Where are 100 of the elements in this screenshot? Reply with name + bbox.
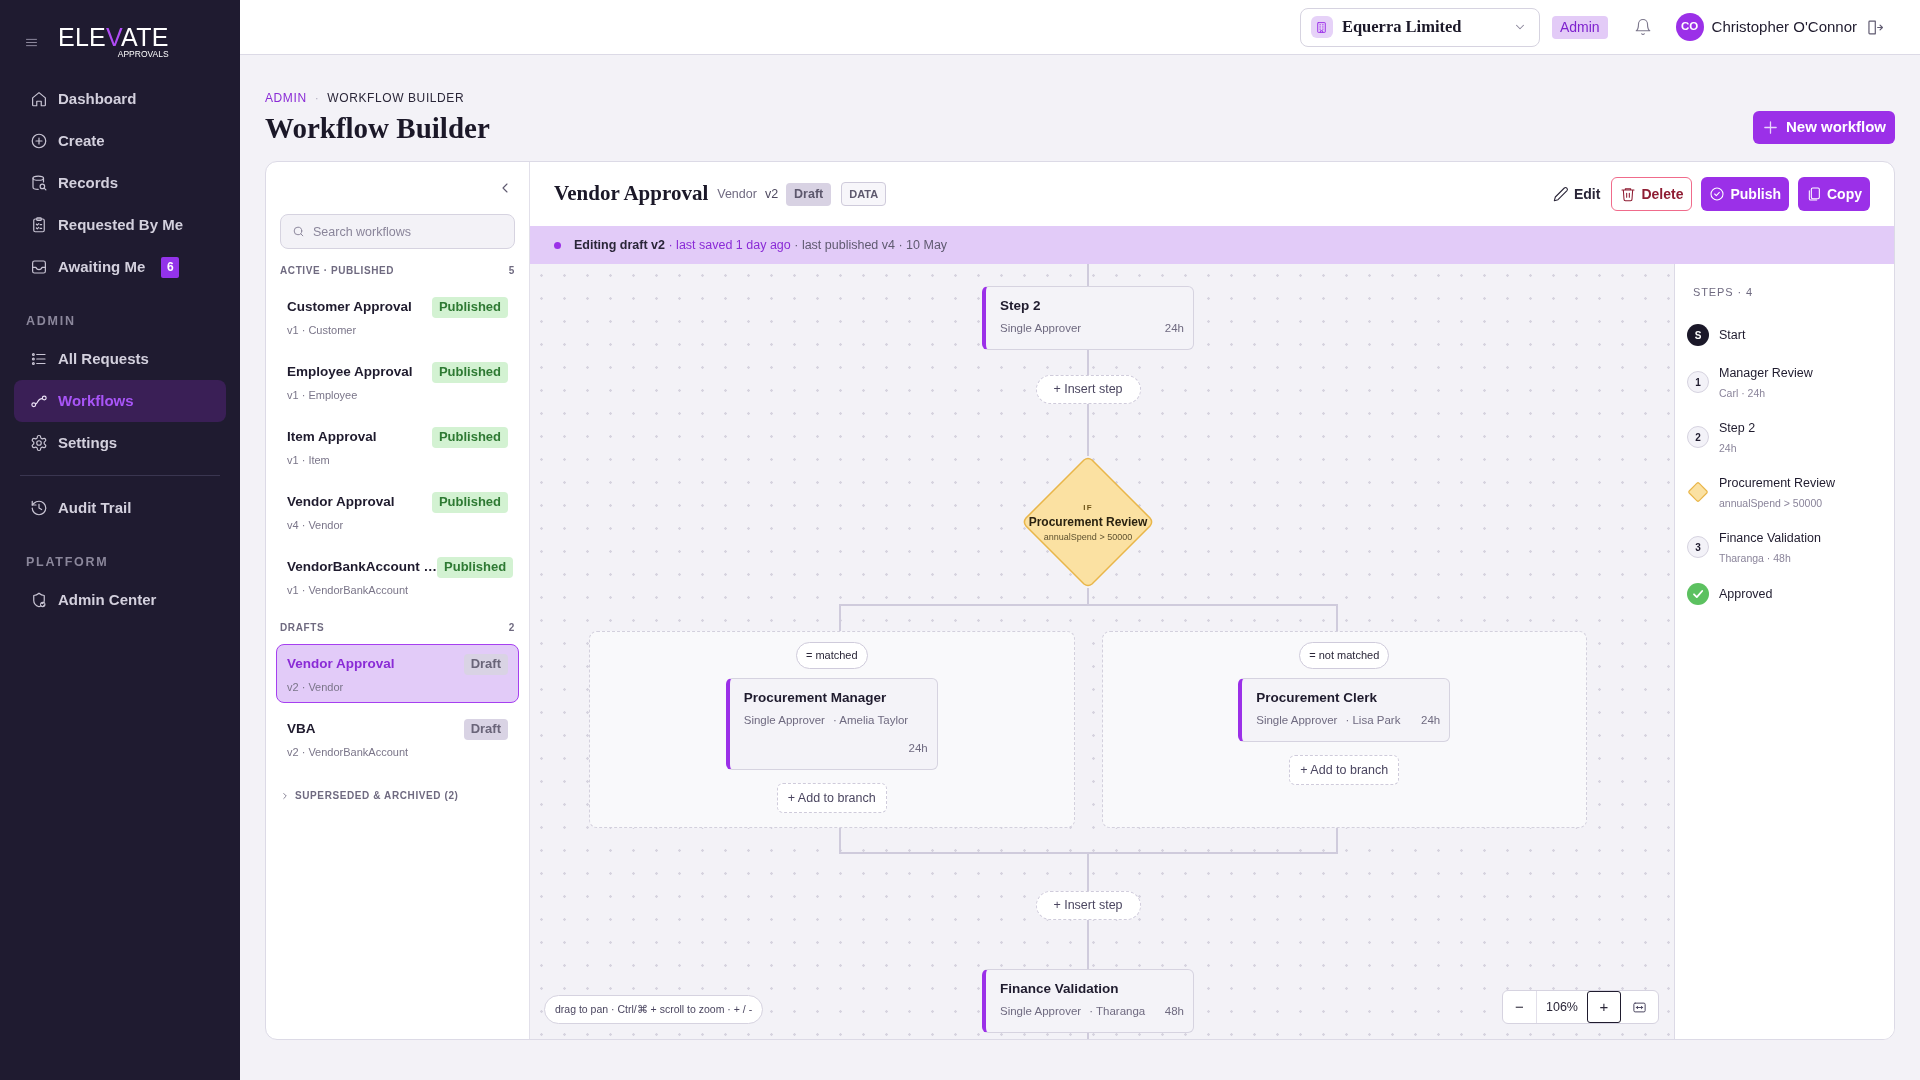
sla-duration: 48h [1164, 1004, 1184, 1018]
type-tag: DATA [841, 182, 887, 206]
breadcrumb-link[interactable]: ADMIN [265, 91, 307, 105]
add-to-branch-button[interactable]: + Add to branch [1289, 755, 1400, 785]
nav-section-title: ADMIN [26, 312, 76, 330]
nav-item[interactable]: Audit Trail [14, 487, 226, 529]
page-title: Workflow Builder [265, 111, 490, 145]
step-title: Finance Validation [1000, 980, 1120, 998]
logo-tagline: APPROVALS [117, 50, 169, 59]
publish-button[interactable]: Publish [1701, 177, 1789, 211]
workflow-list-item[interactable]: Vendor Approval Published v4 · Vendor [276, 482, 519, 541]
breadcrumb-current: WORKFLOW BUILDER [327, 91, 465, 105]
workflow-meta: v2 · Vendor [287, 680, 345, 694]
branch-condition-tag: = matched [795, 642, 868, 669]
logo-wordmark: ELEVATE [58, 25, 169, 50]
step-detail: 24h [1719, 441, 1738, 456]
step-detail: Tharanga · 48h [1719, 551, 1792, 566]
archived-toggle[interactable]: SUPERSEDED & ARCHIVED (2) [280, 788, 459, 803]
workflow-name: VendorBankAccount … [287, 557, 438, 576]
canvas-hint: drag to pan · Ctrl/⌘ + scroll to zoom · + / - [544, 995, 764, 1024]
list-icon [30, 350, 48, 368]
nav-section-title: PLATFORM [26, 553, 109, 571]
user-avatar[interactable]: CO [1675, 13, 1704, 41]
entity-name: Vendor [717, 185, 757, 203]
step-name[interactable]: Manager Review [1719, 363, 1813, 383]
status-badge: Published [437, 556, 514, 578]
workflow-meta: v1 · VendorBankAccount [287, 583, 410, 597]
condition-rule: annualSpend > 50000 [1043, 531, 1133, 543]
status-badge: Draft [786, 182, 832, 206]
status-badge: Published [431, 426, 508, 448]
building-icon [1310, 16, 1333, 38]
nav-item[interactable]: Requested By Me [14, 204, 226, 246]
step-card[interactable]: Step 2 Single Approver 24h [982, 286, 1194, 350]
insert-step-button[interactable]: + Insert step [1035, 891, 1141, 920]
status-badge: Draft [463, 653, 508, 675]
step-card[interactable]: Procurement Clerk Single Approver · Lisa Park 24h [1238, 678, 1451, 742]
workflow-list-item[interactable]: Vendor Approval Draft v2 · Vendor [276, 644, 519, 703]
nav-item[interactable]: Admin Center [14, 579, 226, 621]
approver-type: Single Approver [1256, 713, 1338, 727]
start-marker: S [1687, 324, 1709, 346]
approver-type: Single Approver [1000, 1004, 1082, 1018]
step-name[interactable]: Procurement Review [1719, 473, 1835, 493]
zoom-level: 106% [1545, 998, 1579, 1016]
step-card[interactable]: Procurement Manager Single Approver · Amelia Taylor 24h [725, 678, 938, 770]
status-badge: Published [431, 361, 508, 383]
step-card[interactable]: Finance Validation Single Approver · Tharanga 48h [982, 969, 1194, 1033]
nav-item[interactable]: Dashboard [14, 78, 226, 120]
step-name[interactable]: Finance Validation [1719, 528, 1821, 548]
step-detail: annualSpend > 50000 [1719, 496, 1824, 511]
insert-step-button[interactable]: + Insert step [1035, 375, 1141, 404]
home-icon [30, 90, 48, 108]
group-count: 2 [508, 622, 515, 634]
edit-button[interactable]: Edit [1550, 177, 1603, 211]
workflow-name: Vendor Approval [287, 492, 395, 511]
sla-duration: 24h [1421, 713, 1441, 727]
settings-icon [30, 434, 48, 452]
workflow-meta: v2 · VendorBankAccount [287, 745, 410, 759]
step-number: 3 [1687, 536, 1709, 558]
workflow-name: Employee Approval [287, 362, 413, 381]
copy-button[interactable]: Copy [1798, 177, 1870, 211]
condition-diamond-icon [1687, 481, 1709, 503]
user-name: Christopher O'Connor [1711, 16, 1857, 37]
zoom-out-button[interactable]: − [1503, 991, 1537, 1023]
steps-panel-title: STEPS · 4 [1692, 285, 1754, 299]
connector-line [1087, 404, 1089, 456]
bell-icon[interactable] [1633, 18, 1652, 36]
new-workflow-button[interactable]: New workflow [1753, 111, 1895, 144]
organization-selector[interactable]: Equerra Limited [1299, 7, 1540, 47]
workflow-name: Item Approval [287, 427, 377, 446]
status-badge: Published [431, 296, 508, 318]
step-name[interactable]: Start [1719, 325, 1746, 345]
clipboard-check-icon [30, 216, 48, 234]
add-to-branch-button[interactable]: + Add to branch [776, 783, 887, 813]
nav-item[interactable]: Create [14, 120, 226, 162]
nav-item[interactable]: Settings [14, 422, 226, 464]
approver-type: Single Approver [743, 713, 825, 727]
nav-item[interactable]: Workflows [14, 380, 226, 422]
delete-button[interactable]: Delete [1611, 177, 1693, 211]
sla-duration: 24h [1164, 321, 1184, 335]
inbox-icon [30, 258, 48, 276]
fit-width-icon [1632, 999, 1647, 1015]
role-badge: Admin [1551, 15, 1608, 39]
draft-status-text: Editing draft v2 · last saved 1 day ago · last published v4 · 10 May [574, 236, 948, 254]
search-field[interactable]: Search workflows [280, 214, 515, 249]
nav-item[interactable]: Awaiting Me 6 [14, 246, 226, 288]
workflow-list-item[interactable]: Item Approval Published v1 · Item [276, 417, 519, 476]
step-name[interactable]: Approved [1719, 584, 1773, 604]
history-icon [30, 499, 48, 517]
condition-title: Procurement Review [1028, 515, 1148, 530]
step-name[interactable]: Step 2 [1719, 418, 1756, 438]
nav-item[interactable]: All Requests [14, 338, 226, 380]
nav-item[interactable]: Records [14, 162, 226, 204]
workflow-list-item[interactable]: Customer Approval Published v1 · Customer [276, 287, 519, 346]
zoom-in-button[interactable]: + [1587, 991, 1621, 1023]
approved-check-icon [1687, 583, 1709, 605]
step-number: 1 [1687, 371, 1709, 393]
workflow-list-item[interactable]: Employee Approval Published v1 · Employee [276, 352, 519, 411]
workflow-list-item[interactable]: VBA Draft v2 · VendorBankAccount [276, 709, 519, 768]
condition-diamond[interactable] [1022, 456, 1154, 588]
workflow-list-item[interactable]: VendorBankAccount … Published v1 · VendorBankAccount [276, 547, 519, 606]
